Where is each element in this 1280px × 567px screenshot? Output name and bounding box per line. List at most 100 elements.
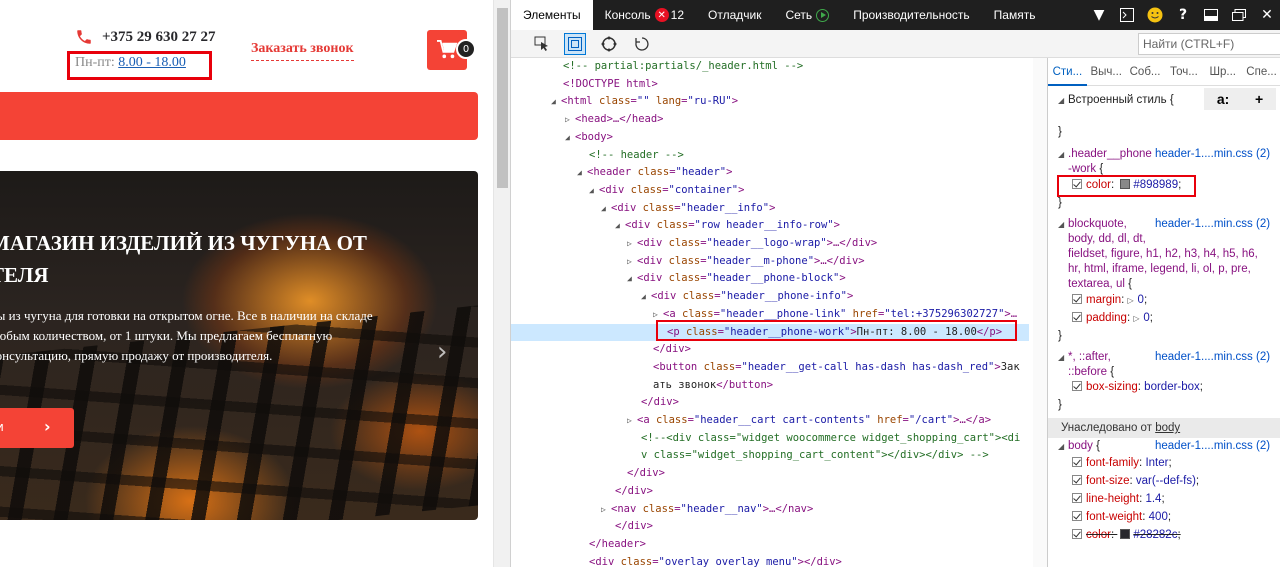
checkbox-icon[interactable] xyxy=(1072,457,1082,467)
dom-line[interactable]: ◢ <html class="" lang="ru-RU"> xyxy=(511,93,1029,111)
font-weight-property[interactable]: font-weight: 400; xyxy=(1072,511,1171,523)
tab-breakpoints[interactable]: Точ... xyxy=(1164,58,1203,86)
select-element-icon[interactable] xyxy=(531,33,553,55)
slider-next-arrow-icon[interactable]: › xyxy=(437,337,447,367)
tab-console[interactable]: Консоль ✕ 12 xyxy=(593,0,696,30)
tab-styles[interactable]: Сти... xyxy=(1048,58,1087,86)
dom-line[interactable]: <!--<div class="widget woocommerce widge… xyxy=(511,430,1029,448)
dom-line[interactable]: </div> xyxy=(511,465,1029,483)
line-height-property[interactable]: line-height: 1.4; xyxy=(1072,493,1165,505)
play-icon xyxy=(816,8,830,22)
tab-fonts[interactable]: Шр... xyxy=(1203,58,1242,86)
expanded-triangle-icon: ◢ xyxy=(565,132,570,142)
dom-line[interactable]: </header> xyxy=(511,536,1029,554)
tab-computed[interactable]: Выч... xyxy=(1087,58,1126,86)
rule-source-link[interactable]: header-1....min.css (2) xyxy=(1155,218,1270,230)
help-icon[interactable]: ? xyxy=(1169,0,1197,30)
dom-line[interactable]: <!-- header --> xyxy=(511,147,1029,165)
scrollbar-thumb[interactable] xyxy=(497,8,508,188)
tab-events[interactable]: Соб... xyxy=(1126,58,1165,86)
color-property-overridden[interactable]: color: #28282c; xyxy=(1072,529,1181,541)
dom-tree: <!-- partial:partials/_header.html --> <… xyxy=(511,58,1029,567)
dom-line[interactable]: ▷ <nav class="header__nav">…</nav> xyxy=(511,501,1029,519)
dom-line[interactable]: </div> xyxy=(511,483,1029,501)
feedback-smile-icon[interactable] xyxy=(1141,0,1169,30)
expanded-triangle-icon: ◢ xyxy=(627,274,632,284)
dom-line[interactable]: ◢ <div class="header__phone-block"> xyxy=(511,270,1029,288)
dom-line[interactable]: <div class="overlay overlay_menu"></div> xyxy=(511,554,1029,567)
console-drawer-icon[interactable] xyxy=(1113,0,1141,30)
tab-memory[interactable]: Память xyxy=(982,0,1048,30)
dom-scrollbar[interactable] xyxy=(1033,58,1047,567)
padding-property[interactable]: padding: ▷ 0; xyxy=(1072,312,1153,324)
color-swatch[interactable] xyxy=(1120,529,1131,539)
checkbox-icon[interactable] xyxy=(1072,294,1082,304)
page-scrollbar[interactable] xyxy=(493,0,510,567)
color-picker-icon[interactable] xyxy=(598,33,620,55)
checkbox-icon[interactable] xyxy=(1072,529,1082,539)
get-call-button[interactable]: Заказать звонок xyxy=(251,41,354,61)
inherited-from-link[interactable]: body xyxy=(1155,422,1180,434)
dom-line[interactable]: ◢ <div class="header__info"> xyxy=(511,200,1029,218)
error-icon: ✕ xyxy=(654,8,669,22)
rule-selector: ◢ .header__phone xyxy=(1058,148,1152,160)
collapsed-triangle-icon: ▷ xyxy=(627,256,632,266)
collapsed-triangle-icon: ▷ xyxy=(627,239,632,248)
dom-line[interactable]: ◢ <div class="container"> xyxy=(511,182,1029,200)
box-sizing-property[interactable]: box-sizing: border-box; xyxy=(1072,381,1203,393)
tab-elements[interactable]: Элементы xyxy=(511,0,593,30)
close-icon[interactable]: ✕ xyxy=(1253,0,1280,30)
dom-line[interactable]: ▷ <head>…</head> xyxy=(511,111,1029,129)
toggle-state-button[interactable]: a: xyxy=(1217,91,1229,107)
expanded-triangle-icon: ◢ xyxy=(1058,96,1065,105)
more-tabs-icon[interactable]: ▼ xyxy=(1085,0,1113,30)
work-hours-link[interactable]: 8.00 - 18.00 xyxy=(118,55,186,70)
dom-line[interactable]: <!-- partial:partials/_header.html --> xyxy=(511,58,1029,76)
styles-tabs: Сти... Выч... Соб... Точ... Шр... Спе... xyxy=(1048,58,1280,86)
font-size-property[interactable]: font-size: var(--def-fs); xyxy=(1072,475,1199,487)
dom-line[interactable]: ◢ <body> xyxy=(511,129,1029,147)
checkbox-icon[interactable] xyxy=(1072,511,1082,521)
dock-bottom-icon[interactable] xyxy=(1197,0,1225,30)
dom-line[interactable]: ▷ <div class="header__m-phone">…</div> xyxy=(511,253,1029,271)
find-input[interactable]: Найти (CTRL+F) xyxy=(1138,33,1280,55)
tab-performance[interactable]: Производительность xyxy=(841,0,981,30)
dom-line[interactable]: <button class="header__get-call has-dash… xyxy=(511,359,1029,377)
font-family-property[interactable]: font-family: Inter; xyxy=(1072,457,1172,469)
rule-source-link[interactable]: header-1....min.css (2) xyxy=(1155,440,1270,452)
highlight-element-icon[interactable] xyxy=(564,33,586,55)
dom-line[interactable]: <!DOCTYPE html> xyxy=(511,76,1029,94)
margin-property[interactable]: margin: ▷ 0; xyxy=(1072,294,1147,306)
dom-line[interactable]: ▷ <div class="header__logo-wrap">…</div> xyxy=(511,235,1029,253)
dom-line[interactable]: </div> xyxy=(511,341,1029,359)
tab-debugger[interactable]: Отладчик xyxy=(696,0,773,30)
checkbox-icon[interactable] xyxy=(1072,475,1082,485)
checkbox-icon[interactable] xyxy=(1072,312,1082,322)
undock-icon[interactable] xyxy=(1225,0,1253,30)
nav-bar xyxy=(0,92,478,140)
checkbox-icon[interactable] xyxy=(1072,493,1082,503)
accessibility-icon[interactable] xyxy=(631,33,653,55)
dom-line[interactable]: </div> xyxy=(511,394,1029,412)
rule-source-link[interactable]: header-1....min.css (2) xyxy=(1155,148,1270,160)
dom-line[interactable]: ◢ <div class="row header__info-row"> xyxy=(511,217,1029,235)
phone-link[interactable]: +375 29 630 27 27 xyxy=(102,29,216,46)
add-rule-button[interactable]: + xyxy=(1255,91,1263,107)
devtools-tabbar: Элементы Консоль ✕ 12 Отладчик Сеть Произв… xyxy=(511,0,1280,30)
dom-line[interactable]: ать звонок</button> xyxy=(511,377,1029,395)
tab-accessibility[interactable]: Спе... xyxy=(1242,58,1280,86)
header-phone: +375 29 630 27 27 xyxy=(75,28,216,46)
highlight-box-node xyxy=(656,320,1017,341)
collapsed-triangle-icon: ▷ xyxy=(627,416,632,425)
checkbox-icon[interactable] xyxy=(1072,381,1082,391)
rule-source-link[interactable]: header-1....min.css (2) xyxy=(1155,351,1270,363)
dom-line[interactable]: ◢ <header class="header"> xyxy=(511,164,1029,182)
dom-line[interactable]: v class="widget_shopping_cart_content"><… xyxy=(511,447,1029,465)
dom-line[interactable]: ▷ <a class="header__cart cart-contents" h… xyxy=(511,412,1029,430)
dom-line[interactable]: ◢ <div class="header__phone-info"> xyxy=(511,288,1029,306)
dom-line[interactable]: </div> xyxy=(511,518,1029,536)
hero-cta-button[interactable]: и› xyxy=(0,408,74,448)
tab-network[interactable]: Сеть xyxy=(773,0,841,30)
expanded-triangle-icon: ◢ xyxy=(1058,220,1065,229)
brace: } xyxy=(1058,330,1062,342)
